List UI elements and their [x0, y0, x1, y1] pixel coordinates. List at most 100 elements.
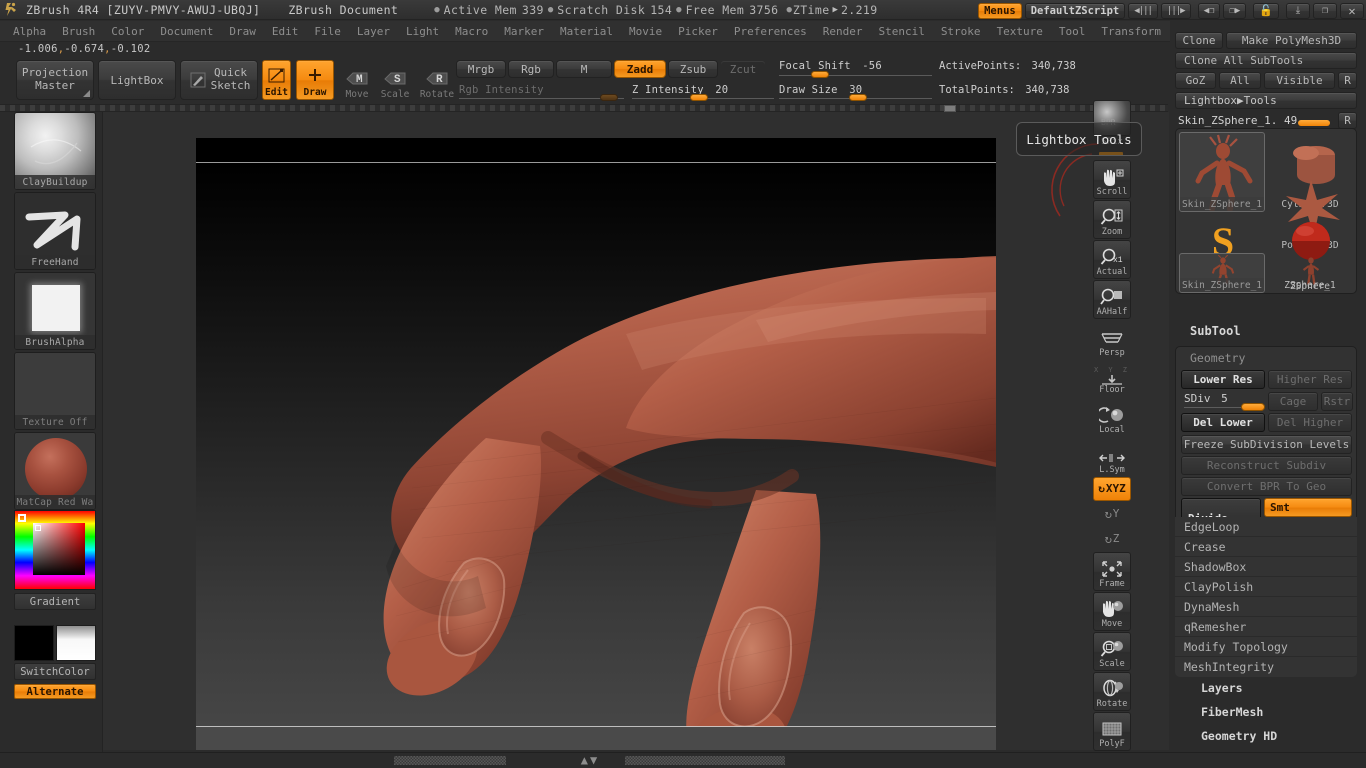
smt-button[interactable]: Smt [1264, 498, 1352, 517]
row-modify-topology[interactable]: Modify Topology [1175, 637, 1357, 657]
del-higher-button[interactable]: Del Higher [1268, 413, 1352, 432]
menu-edit[interactable]: Edit [265, 23, 306, 40]
tool-skin-zsphere-1-a[interactable]: Skin_ZSphere_1 [1179, 132, 1265, 212]
shelf-divider-handle[interactable] [944, 105, 956, 112]
row-claypolish[interactable]: ClayPolish [1175, 577, 1357, 597]
move-button[interactable]: M Move [340, 62, 374, 100]
menu-file[interactable]: File [307, 23, 348, 40]
projection-master-button[interactable]: Projection Master [16, 60, 94, 100]
lock-ui-button[interactable]: 🔓 [1253, 2, 1279, 19]
nav-rotate-button[interactable]: Rotate [1093, 672, 1131, 711]
lightbox-button[interactable]: LightBox [98, 60, 176, 100]
texture-thumbnail[interactable]: Texture Off [14, 352, 96, 430]
nav-persp-button[interactable]: Persp [1093, 320, 1131, 359]
zcut-button[interactable]: Zcut [720, 60, 766, 78]
zsub-button[interactable]: Zsub [668, 60, 718, 78]
menu-color[interactable]: Color [104, 23, 151, 40]
nav-actual-button[interactable]: x1 Actual [1093, 240, 1131, 279]
menu-marker[interactable]: Marker [497, 23, 551, 40]
rstr-button[interactable]: Rstr [1321, 392, 1353, 411]
menu-light[interactable]: Light [399, 23, 446, 40]
focal-shift-knob[interactable] [811, 71, 829, 78]
alternate-button[interactable]: Alternate [14, 684, 96, 699]
z-intensity-knob[interactable] [690, 94, 708, 101]
section-geometry-hd[interactable]: Geometry HD [1175, 724, 1357, 748]
subtool-section-title[interactable]: SubTool [1190, 324, 1241, 338]
menu-tool[interactable]: Tool [1052, 23, 1093, 40]
arrow-up-icon[interactable]: ▲ [581, 753, 588, 767]
all-button[interactable]: All [1219, 72, 1261, 89]
menu-macro[interactable]: Macro [448, 23, 495, 40]
menus-button[interactable]: Menus [978, 2, 1022, 19]
nav-frame-button[interactable]: Frame [1093, 552, 1131, 591]
nav-local-button[interactable]: Local [1093, 397, 1131, 436]
current-tool-r-button[interactable]: R [1338, 112, 1357, 129]
row-meshintegrity[interactable]: MeshIntegrity [1175, 657, 1357, 677]
sdiv-knob[interactable] [1241, 403, 1265, 411]
row-dynamesh[interactable]: DynaMesh [1175, 597, 1357, 617]
visible-r-button[interactable]: R [1338, 72, 1357, 89]
arrow-down-icon[interactable]: ▼ [590, 753, 597, 767]
menu-movie[interactable]: Movie [622, 23, 669, 40]
row-crease[interactable]: Crease [1175, 537, 1357, 557]
del-lower-button[interactable]: Del Lower [1181, 413, 1265, 432]
color-picker[interactable] [14, 510, 96, 590]
current-tool-slider[interactable] [1298, 120, 1330, 126]
nav-rotate-z-button[interactable]: ↻ Z [1093, 527, 1131, 551]
goz-button[interactable]: GoZ [1175, 72, 1216, 89]
minimize-button[interactable]: ⤓ [1286, 2, 1310, 19]
next-layout-button[interactable]: ❐▶ [1223, 2, 1247, 19]
convert-bpr-to-geo-button[interactable]: Convert BPR To Geo [1181, 477, 1352, 496]
menu-document[interactable]: Document [153, 23, 220, 40]
reconstruct-subdiv-button[interactable]: Reconstruct Subdiv [1181, 456, 1352, 475]
quick-sketch-button[interactable]: Quick Sketch [180, 60, 258, 100]
higher-res-button[interactable]: Higher Res [1268, 370, 1352, 389]
switch-color-button[interactable]: SwitchColor [14, 663, 96, 680]
make-polymesh3d-button[interactable]: Make PolyMesh3D [1226, 32, 1357, 49]
bottom-arrows[interactable]: ▲ ▼ [560, 753, 618, 767]
nav-lsym-button[interactable]: L.Sym [1093, 437, 1131, 476]
nav-aahalf-button[interactable]: AAHalf [1093, 280, 1131, 319]
nav-floor-button[interactable]: X Y Z Floor [1093, 360, 1131, 396]
row-qremesher[interactable]: qRemesher [1175, 617, 1357, 637]
color-handle-primary[interactable] [18, 514, 26, 522]
nav-scale-button[interactable]: Scale [1093, 632, 1131, 671]
lightbox-tools-button[interactable]: Lightbox▶Tools [1175, 92, 1357, 109]
menu-draw[interactable]: Draw [222, 23, 263, 40]
section-layers[interactable]: Layers [1175, 676, 1357, 700]
scroll-left-button[interactable]: ◀||| [1128, 2, 1158, 19]
scroll-right-button[interactable]: |||▶ [1160, 2, 1191, 19]
zscript-name-button[interactable]: DefaultZScript [1024, 2, 1126, 19]
focal-shift-track[interactable] [779, 75, 932, 76]
canvas-viewport[interactable] [196, 138, 996, 750]
color-handle-secondary[interactable] [35, 525, 41, 531]
freeze-subdivision-levels-button[interactable]: Freeze SubDivision Levels [1181, 435, 1352, 454]
alpha-thumbnail[interactable]: BrushAlpha [14, 272, 96, 350]
menu-stencil[interactable]: Stencil [871, 23, 931, 40]
m-button[interactable]: M [556, 60, 612, 78]
menu-texture[interactable]: Texture [990, 23, 1050, 40]
nav-zoom-button[interactable]: Zoom [1093, 200, 1131, 239]
rgb-button[interactable]: Rgb [508, 60, 554, 78]
rgb-intensity-knob[interactable] [600, 94, 618, 101]
row-shadowbox[interactable]: ShadowBox [1175, 557, 1357, 577]
primary-color-swatch[interactable] [14, 625, 54, 661]
draw-button[interactable]: Draw [296, 60, 334, 100]
nav-move-button[interactable]: Move [1093, 592, 1131, 631]
secondary-color-swatch[interactable] [56, 625, 96, 661]
tool-skin-zsphere-1-b[interactable]: Skin_ZSphere_1 [1179, 253, 1265, 293]
menu-picker[interactable]: Picker [671, 23, 725, 40]
menu-transform[interactable]: Transform [1094, 23, 1168, 40]
menu-render[interactable]: Render [816, 23, 870, 40]
prev-layout-button[interactable]: ◀❐ [1197, 2, 1221, 19]
edit-button[interactable]: Edit [262, 60, 291, 100]
nav-polyf-button[interactable]: PolyF [1093, 712, 1131, 751]
section-fibermesh[interactable]: FiberMesh [1175, 700, 1357, 724]
menu-layer[interactable]: Layer [350, 23, 397, 40]
menu-material[interactable]: Material [553, 23, 620, 40]
menu-stroke[interactable]: Stroke [934, 23, 988, 40]
geometry-title[interactable]: Geometry [1190, 351, 1245, 365]
menu-preferences[interactable]: Preferences [727, 23, 814, 40]
clone-all-subtools-button[interactable]: Clone All SubTools [1175, 52, 1357, 69]
lower-res-button[interactable]: Lower Res [1181, 370, 1265, 389]
